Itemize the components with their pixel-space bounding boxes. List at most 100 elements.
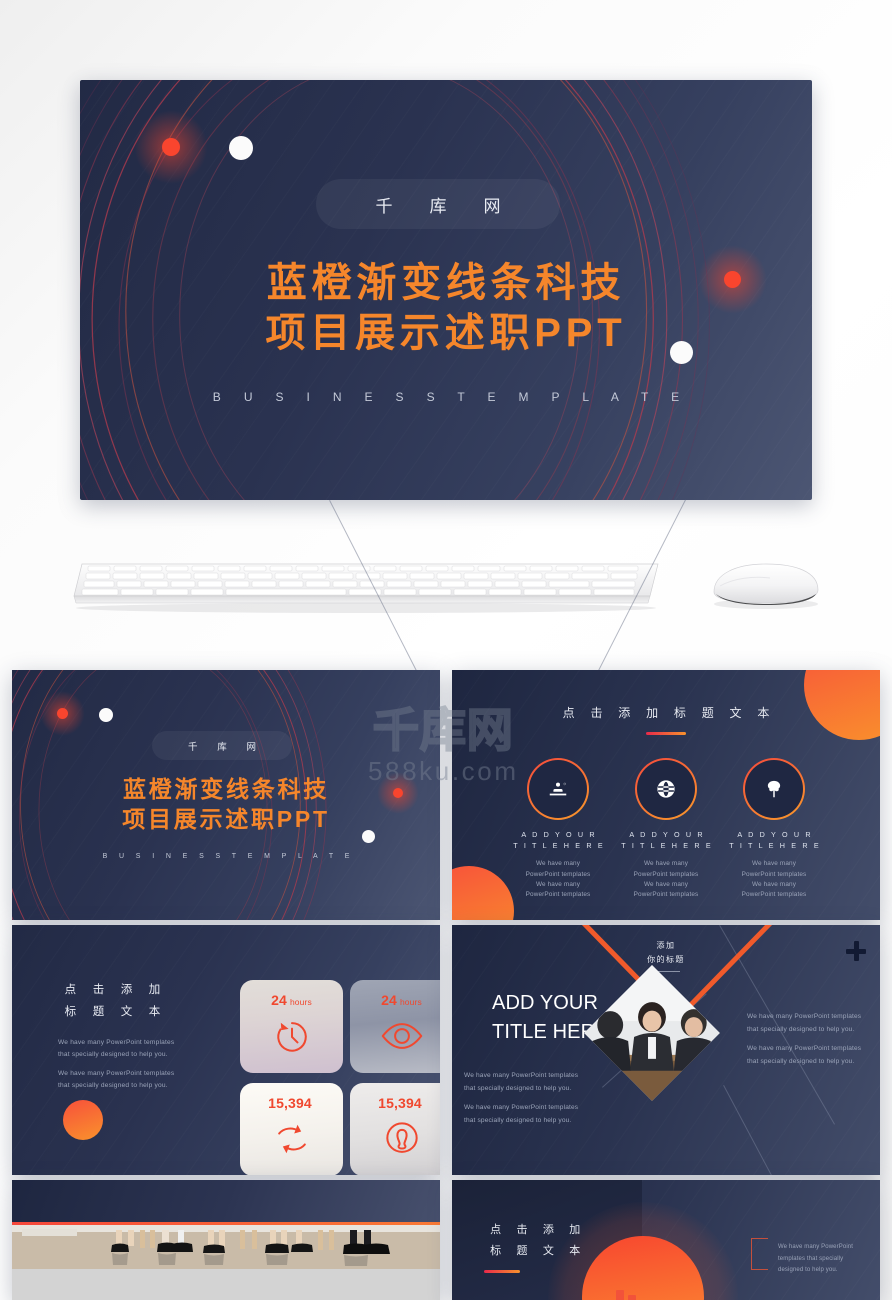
desk-person-icon: [527, 758, 589, 820]
stat-card-2[interactable]: 24 hours: [350, 980, 440, 1073]
feature-column-3[interactable]: A D D Y O U R T I T L E H E R E We have …: [718, 758, 830, 901]
hero-title-line-1: 蓝橙渐变线条科技: [80, 258, 812, 308]
feature-body-2-l1: We have many: [643, 860, 689, 868]
slide2-title: 点 击 添 加 标 题 文 本: [562, 706, 776, 720]
slide-chart-sun[interactable]: 点 击 添 加 标 题 文 本 We have many PowerPoint …: [452, 1180, 880, 1300]
stat-card-2-unit: hours: [399, 997, 422, 1007]
feature-title-1-l2: T I T L E H E R E: [513, 841, 605, 851]
feature-title-3-l2: T I T L E H E R E: [729, 841, 821, 851]
stat-card-2-number: 24: [381, 992, 397, 1008]
stat-card-3-number: 15,394: [268, 1095, 312, 1111]
stat-card-4-number: 15,394: [378, 1095, 422, 1111]
slide-photo-banner[interactable]: [12, 1180, 440, 1300]
hero-subtitle: B U S I N E S S T E M P L A T E: [212, 390, 690, 404]
glow-dot-left: [134, 110, 208, 184]
feature-title-3: A D D Y O U R T I T L E H E R E: [718, 829, 830, 851]
feature-body-2-l4: PowerPoint templates: [633, 891, 699, 899]
hero-title-text-2: 项目展示述职PPT: [265, 311, 627, 355]
slide3-para-1: We have many PowerPoint templates that s…: [58, 1039, 175, 1059]
feature-body-1: We have many PowerPoint templates We hav…: [502, 859, 614, 901]
feature-body-3-l4: PowerPoint templates: [741, 891, 807, 899]
slide3-heading: 点 击 添 加 标 题 文 本: [58, 979, 167, 1024]
feature-body-2-l2: PowerPoint templates: [633, 870, 699, 878]
white-dot-left: [99, 708, 113, 722]
feature-title-3-l1: A D D Y O U R: [737, 830, 813, 839]
feature-body-2-l3: We have many: [643, 881, 689, 889]
refresh-icon: [277, 1124, 306, 1154]
feature-title-2: A D D Y O U R T I T L E H E R E: [610, 829, 722, 851]
feature-body-1-l1: We have many: [535, 860, 581, 868]
glow-core: [162, 138, 180, 156]
stat-card-3[interactable]: 15,394: [240, 1083, 343, 1175]
slide6-heading: 点 击 添 加 标 题 文 本: [484, 1220, 586, 1263]
hairline-decoration-3: [723, 1085, 795, 1175]
slide1-title-text-2: 项目展示述职PPT: [122, 806, 330, 832]
slide6-para: We have many PowerPoint templates that s…: [778, 1244, 854, 1274]
slide4-cn-title: 添加 你的标题: [452, 939, 880, 967]
brand-pill[interactable]: 千 库 网: [152, 731, 292, 760]
feature-body-3-l3: We have many: [751, 881, 797, 889]
slide6-heading-rule: [484, 1270, 520, 1273]
slide6-heading-l1: 点 击 添 加: [490, 1224, 587, 1236]
slide1-title-line-2: 项目展示述职PPT: [12, 805, 440, 834]
page-root: 千 库 网 蓝橙渐变线条科技 项目展示述职PPT B U S I N E S S…: [0, 0, 892, 1300]
slide3-heading-l2: 标 题 文 本: [64, 1006, 167, 1019]
stat-card-3-value: 15,394: [268, 1095, 315, 1111]
stat-card-2-value: 24 hours: [381, 992, 422, 1008]
user-icon: [385, 1122, 418, 1153]
feature-body-1-l2: PowerPoint templates: [525, 870, 591, 878]
feature-body-1-l3: We have many: [535, 881, 581, 889]
feature-body-2: We have many PowerPoint templates We hav…: [610, 859, 722, 901]
feature-title-1-l1: A D D Y O U R: [521, 830, 597, 839]
slide-three-column-icons[interactable]: 点 击 添 加 标 题 文 本 A D D Y O U R T I T L E …: [452, 670, 880, 920]
globe-icon: [635, 758, 697, 820]
brand-pill-label: 千 库 网: [188, 741, 265, 753]
hero-slide[interactable]: 千 库 网 蓝橙渐变线条科技 项目展示述职PPT B U S I N E S S…: [80, 80, 812, 500]
slide-cover-thumbnail[interactable]: 千 库 网 蓝橙渐变线条科技 项目展示述职PPT B U S I N E S S…: [12, 670, 440, 920]
slide6-bracket-decoration: [751, 1238, 768, 1270]
stat-card-4-value: 15,394: [378, 1095, 425, 1111]
feature-body-3: We have many PowerPoint templates We hav…: [718, 859, 830, 901]
slide3-heading-l1: 点 击 添 加: [64, 984, 167, 996]
stat-card-1[interactable]: 24 hours: [240, 980, 343, 1073]
feature-title-2-l2: T I T L E H E R E: [621, 841, 713, 851]
bar-chart-icon: [604, 1286, 644, 1300]
clock-rewind-icon: [276, 1022, 307, 1052]
hero-title-text-1: 蓝橙渐变线条科技: [266, 261, 626, 305]
glow-dot-left: [40, 691, 85, 736]
feature-body-3-l1: We have many: [751, 860, 797, 868]
white-dot-left: [229, 136, 253, 160]
slide4-cn-title-l1: 添加: [656, 941, 676, 950]
slide5-top-band: [12, 1180, 440, 1222]
stat-card-1-unit: hours: [289, 997, 312, 1007]
slide4-left-para-2: We have many PowerPoint templates that s…: [464, 1104, 579, 1124]
brand-pill[interactable]: 千 库 网: [316, 179, 560, 229]
slide4-right-para-2: We have many PowerPoint templates that s…: [747, 1045, 862, 1065]
feature-title-2-l1: A D D Y O U R: [629, 830, 705, 839]
slide1-title-text-1: 蓝橙渐变线条科技: [122, 776, 330, 802]
glow-core: [57, 708, 68, 719]
feature-column-1[interactable]: A D D Y O U R T I T L E H E R E We have …: [502, 758, 614, 901]
slide-diamond-photo-layout[interactable]: 添加 你的标题 ADD YOUR TITLE HERE We have many…: [452, 925, 880, 1175]
slide3-para-2: We have many PowerPoint templates that s…: [58, 1070, 175, 1090]
slide6-heading-l2: 标 题 文 本: [490, 1245, 587, 1258]
tree-icon: [743, 758, 805, 820]
mouse-image: [700, 552, 830, 614]
slide-stat-cards[interactable]: 点 击 添 加 标 题 文 本 We have many PowerPoint …: [12, 925, 440, 1175]
feature-body-1-l4: PowerPoint templates: [525, 891, 591, 899]
slide2-title-rule: [646, 732, 686, 735]
eye-icon: [381, 1023, 422, 1049]
slide1-subtitle: B U S I N E S S T E M P L A T E: [102, 853, 355, 860]
stat-card-4[interactable]: 15,394: [350, 1083, 440, 1175]
brand-pill-label: 千 库 网: [375, 196, 517, 216]
slide4-cn-title-l2: 你的标题: [647, 955, 685, 964]
slide1-title-line-1: 蓝橙渐变线条科技: [12, 775, 440, 804]
slide4-big-title-l1: ADD YOUR: [492, 992, 599, 1014]
keyboard-image: [66, 552, 666, 614]
gradient-circle-decoration: [63, 1100, 103, 1140]
people-legs-shoes-photo: [12, 1225, 440, 1300]
slide4-left-para-1: We have many PowerPoint templates that s…: [464, 1072, 579, 1092]
feature-column-2[interactable]: A D D Y O U R T I T L E H E R E We have …: [610, 758, 722, 901]
feature-body-3-l2: PowerPoint templates: [741, 870, 807, 878]
feature-title-1: A D D Y O U R T I T L E H E R E: [502, 829, 614, 851]
